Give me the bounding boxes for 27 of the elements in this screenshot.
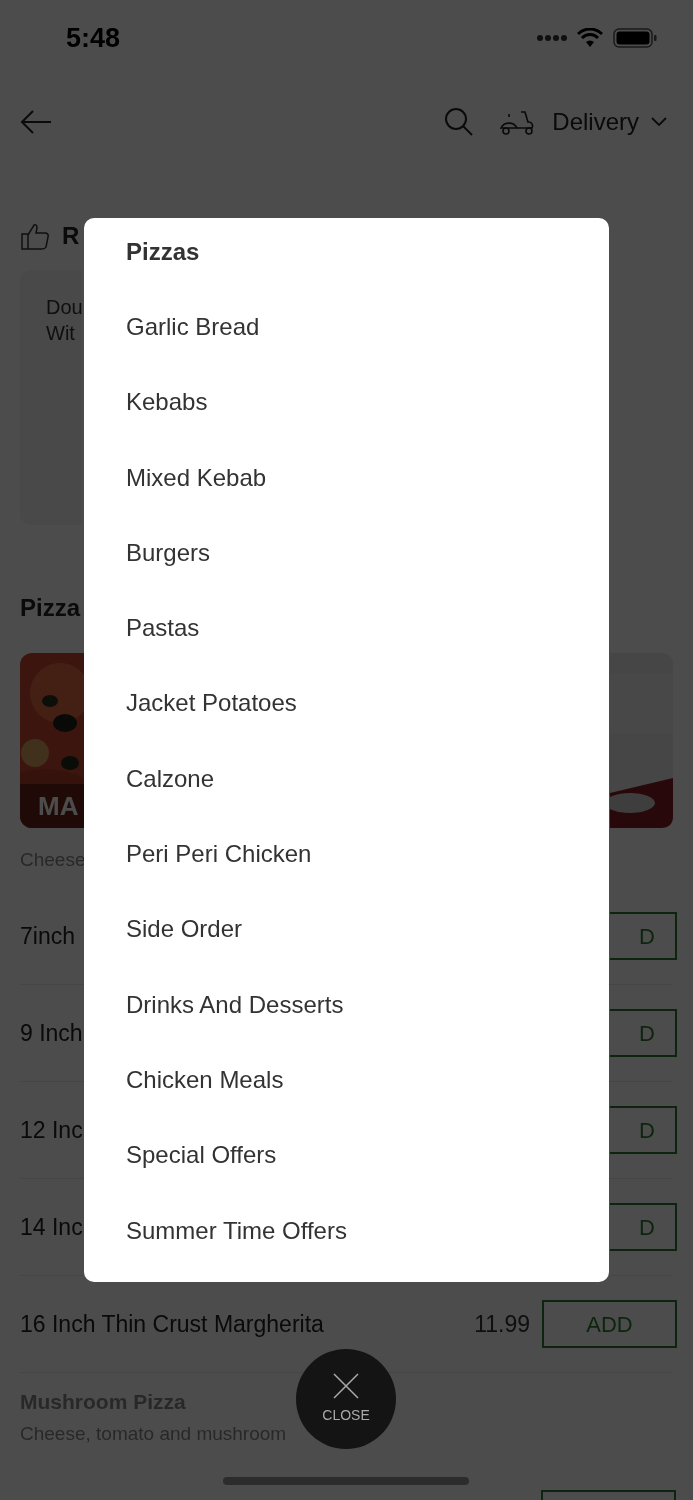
menu-item[interactable]: Calzone (126, 741, 215, 817)
card-text: Dou (46, 295, 82, 320)
item-name: 7inch (20, 921, 75, 951)
menu-item[interactable]: Peri Peri Chicken (126, 816, 312, 892)
menu-item[interactable]: Pastas (126, 590, 200, 666)
menu-item[interactable]: Drinks And Desserts (126, 966, 344, 1043)
menu-item[interactable]: Burgers (126, 515, 211, 591)
menu-item[interactable]: Mixed Kebab (126, 439, 267, 516)
close-icon (333, 1372, 359, 1399)
status-time: 5:48 (66, 21, 121, 55)
item-name: 16 Inch Thin Crust Margherita (20, 1309, 324, 1339)
menu-item[interactable]: Side Order (126, 891, 243, 967)
image-caption: MA (38, 789, 79, 823)
menu-item[interactable]: Chicken Meals (126, 1042, 284, 1118)
item-name: 12 Inc (20, 1115, 83, 1145)
card-text: Wit (46, 321, 76, 346)
menu-item[interactable]: Jacket Potatoes (126, 665, 297, 742)
item-name: 9 Inch (20, 1018, 83, 1048)
menu-item[interactable]: Summer Time Offers (126, 1192, 347, 1269)
section-heading: Pizza (19, 593, 82, 623)
menu-item[interactable]: Pizzas (126, 214, 200, 290)
item-name: 14 Inc (20, 1212, 83, 1242)
section-heading: R (62, 221, 80, 251)
item-price: 11.99 (474, 1309, 530, 1339)
menu-item[interactable]: Special Offers (126, 1117, 277, 1193)
menu-item[interactable]: Garlic Bread (126, 289, 260, 365)
menu-item[interactable]: Kebabs (126, 364, 208, 440)
